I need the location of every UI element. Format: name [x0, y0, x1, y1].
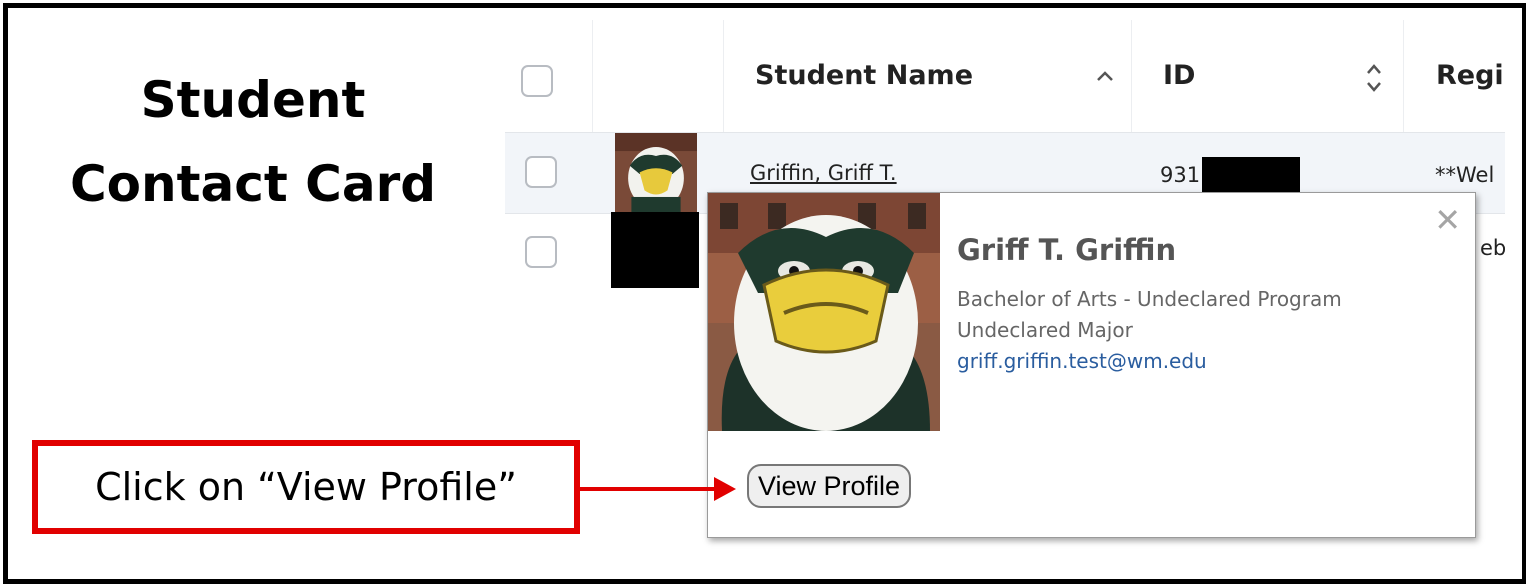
sort-icon[interactable] — [1365, 61, 1383, 101]
column-divider — [1131, 20, 1132, 132]
column-divider — [1403, 20, 1404, 132]
title-line-2: Contact Card — [69, 155, 437, 213]
student-photo — [708, 193, 940, 431]
registration-cell: eb — [1480, 236, 1505, 260]
arrow-line — [580, 487, 716, 491]
tutorial-frame: Student Contact Card Student Name ID Reg… — [3, 3, 1526, 584]
table-header: Student Name ID Regis — [505, 20, 1505, 133]
chevron-up-icon[interactable] — [1095, 64, 1115, 89]
column-divider — [592, 20, 593, 132]
contact-degree: Bachelor of Arts - Undeclared Program — [957, 287, 1342, 311]
contact-name: Griff T. Griffin — [957, 233, 1177, 267]
redacted-photo — [611, 212, 699, 288]
row-checkbox[interactable] — [525, 156, 557, 188]
redaction-bar — [1202, 157, 1300, 195]
student-name-link[interactable]: Griffin, Griff T. — [750, 161, 897, 185]
contact-email-link[interactable]: griff.griffin.test@wm.edu — [957, 349, 1207, 373]
student-id: 931 — [1160, 163, 1201, 187]
student-photo-thumbnail[interactable] — [615, 133, 697, 215]
close-icon[interactable]: ✕ — [1434, 201, 1461, 239]
page-title: Student Contact Card — [48, 58, 458, 226]
column-header-id[interactable]: ID — [1163, 60, 1195, 91]
contact-major: Undeclared Major — [957, 318, 1133, 342]
student-contact-card: ✕ Griff T. Griffin Bachelor of Arts - Un… — [707, 192, 1476, 538]
column-header-registration[interactable]: Regis — [1436, 60, 1505, 91]
select-all-checkbox[interactable] — [521, 65, 553, 97]
registration-cell: **Wel — [1435, 163, 1495, 187]
arrow-head-icon — [714, 477, 736, 501]
row-checkbox[interactable] — [525, 236, 557, 268]
title-line-1: Student — [140, 71, 366, 129]
instruction-callout: Click on “View Profile” — [32, 440, 580, 534]
column-divider — [723, 20, 724, 132]
view-profile-button[interactable]: View Profile — [747, 464, 912, 508]
column-header-student-name[interactable]: Student Name — [755, 60, 973, 91]
